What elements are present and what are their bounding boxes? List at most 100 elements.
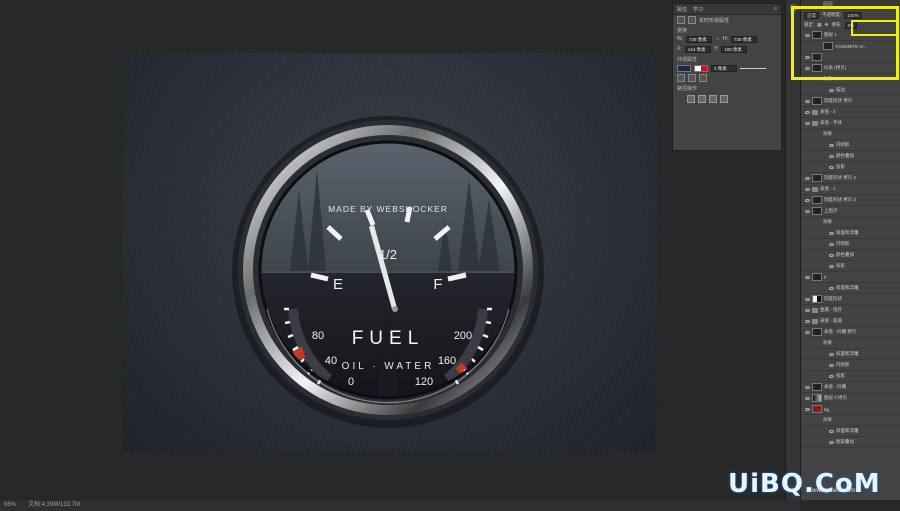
y-field[interactable]: 188 像素 <box>721 45 748 53</box>
cap-icon[interactable] <box>688 74 696 82</box>
visibility-eye-icon[interactable] <box>805 308 810 312</box>
visibility-eye-icon[interactable] <box>805 319 810 323</box>
layer-thumbnail[interactable] <box>812 207 822 215</box>
fill-field[interactable]: 0% <box>844 21 858 29</box>
intersect-shapes-button[interactable] <box>709 95 717 103</box>
effect-eye-icon[interactable] <box>829 242 834 246</box>
panel-menu-icon[interactable]: ≡ <box>774 6 777 12</box>
layer-row[interactable]: 内阴影 <box>801 360 900 371</box>
folder-icon[interactable] <box>812 318 818 324</box>
effect-eye-icon[interactable] <box>829 165 834 169</box>
layer-row[interactable]: YOSEMITE N... <box>801 41 900 52</box>
layer-row[interactable]: 效果 <box>801 338 900 349</box>
appearance-section-label[interactable]: 外观属性 <box>673 54 781 63</box>
document-canvas[interactable]: MADE BY WEBSHOCKER E 1/2 F FUEL OIL · WA… <box>123 53 657 451</box>
layer-row[interactable] <box>801 52 900 63</box>
layer-row[interactable]: 上指示 <box>801 206 900 217</box>
layer-row[interactable]: 投影 <box>801 371 900 382</box>
visibility-eye-icon[interactable] <box>805 407 810 411</box>
layer-row[interactable]: 表盘 - 字体 <box>801 118 900 129</box>
layer-thumbnail[interactable] <box>812 295 822 303</box>
folder-icon[interactable] <box>812 120 818 126</box>
align-icon[interactable] <box>677 74 685 82</box>
visibility-eye-icon[interactable] <box>805 55 810 59</box>
layer-thumbnail[interactable] <box>812 328 822 336</box>
layer-row[interactable]: 投影 <box>801 162 900 173</box>
stroke-swatch[interactable] <box>694 64 708 72</box>
layer-row[interactable]: bg <box>801 404 900 415</box>
subtract-shapes-button[interactable] <box>698 95 706 103</box>
exclude-shapes-button[interactable] <box>720 95 728 103</box>
fill-swatch[interactable] <box>677 64 691 72</box>
visibility-eye-icon[interactable] <box>805 187 810 191</box>
layer-row[interactable]: 内阴影 <box>801 140 900 151</box>
visibility-eye-icon[interactable] <box>805 396 810 400</box>
stroke-style-select[interactable] <box>740 67 766 69</box>
stroke-width-field[interactable]: 3 像素 <box>711 64 737 72</box>
layer-row[interactable]: 刻度形状 <box>801 294 900 305</box>
effect-eye-icon[interactable] <box>829 143 834 147</box>
visibility-eye-icon[interactable] <box>805 297 810 301</box>
mask-icon[interactable] <box>688 16 696 24</box>
folder-icon[interactable] <box>812 186 818 192</box>
x-field[interactable]: 144 像素 <box>684 45 711 53</box>
layer-row[interactable]: F <box>801 272 900 283</box>
scrollbar-thumb[interactable] <box>790 4 796 12</box>
layer-row[interactable]: 刻度形状 拷贝 3 <box>801 195 900 206</box>
layer-thumbnail[interactable] <box>823 42 833 50</box>
layer-row[interactable]: 效果 <box>801 74 900 85</box>
visibility-eye-icon[interactable] <box>805 121 810 125</box>
layers-panel-title[interactable]: 图层 <box>801 0 900 10</box>
layer-row[interactable]: 斜面和浮雕 <box>801 349 900 360</box>
visibility-eye-icon[interactable] <box>805 198 810 202</box>
panel-scrollbar[interactable] <box>785 0 801 500</box>
layer-row[interactable]: 仪表 (拷贝) <box>801 63 900 74</box>
layer-row[interactable]: 内阴影 <box>801 239 900 250</box>
layer-row[interactable]: 表盘 - 1 <box>801 184 900 195</box>
lock-position-icon[interactable]: ✥ <box>825 22 829 28</box>
layer-row[interactable]: 斜面和浮雕 <box>801 228 900 239</box>
folder-icon[interactable] <box>812 307 818 313</box>
layer-thumbnail[interactable] <box>812 383 822 391</box>
layer-thumbnail[interactable] <box>812 273 822 281</box>
folder-icon[interactable] <box>812 109 818 115</box>
layer-row[interactable]: 投影 <box>801 261 900 272</box>
transform-section-label[interactable]: 变换 <box>673 25 781 34</box>
layer-row[interactable]: 金属 - 指针 <box>801 305 900 316</box>
effect-eye-icon[interactable] <box>829 440 834 444</box>
layer-thumbnail[interactable] <box>812 174 822 182</box>
effect-eye-icon[interactable] <box>829 253 834 257</box>
visibility-eye-icon[interactable] <box>805 33 810 37</box>
effect-eye-icon[interactable] <box>829 88 834 92</box>
layer-thumbnail[interactable] <box>812 53 822 61</box>
zoom-readout[interactable]: 66% <box>4 500 16 511</box>
layer-row[interactable]: 图案叠加 <box>801 437 900 448</box>
layer-row[interactable]: 刻度形状 拷贝 2 <box>801 173 900 184</box>
visibility-eye-icon[interactable] <box>805 110 810 114</box>
effect-eye-icon[interactable] <box>829 374 834 378</box>
layer-row[interactable]: 表盘 - 2 <box>801 107 900 118</box>
tab-learn[interactable]: 学习 <box>693 6 703 13</box>
layer-row[interactable]: 描边 <box>801 85 900 96</box>
layer-row[interactable]: 颜色叠加 <box>801 151 900 162</box>
layer-row[interactable]: 效果 <box>801 415 900 426</box>
layer-thumbnail[interactable] <box>812 394 822 402</box>
path-ops-section-label[interactable]: 路径操作 <box>673 83 781 92</box>
visibility-eye-icon[interactable] <box>805 176 810 180</box>
lock-pixels-icon[interactable]: ▦ <box>817 22 821 28</box>
visibility-eye-icon[interactable] <box>805 66 810 70</box>
visibility-eye-icon[interactable] <box>805 275 810 279</box>
layer-thumbnail[interactable] <box>812 97 822 105</box>
visibility-eye-icon[interactable] <box>805 99 810 103</box>
blend-mode-select[interactable]: 正常 <box>804 11 819 19</box>
effect-eye-icon[interactable] <box>829 231 834 235</box>
tab-properties[interactable]: 属性 <box>677 6 687 13</box>
effect-eye-icon[interactable] <box>829 352 834 356</box>
layer-thumbnail[interactable] <box>812 405 822 413</box>
opacity-field[interactable]: 100% <box>844 11 862 19</box>
layer-row[interactable]: 效果 <box>801 129 900 140</box>
layer-row[interactable]: 图层 0 拷贝 <box>801 393 900 404</box>
layer-row[interactable]: 效果 <box>801 217 900 228</box>
effect-eye-icon[interactable] <box>829 264 834 268</box>
layer-thumbnail[interactable] <box>812 64 822 72</box>
